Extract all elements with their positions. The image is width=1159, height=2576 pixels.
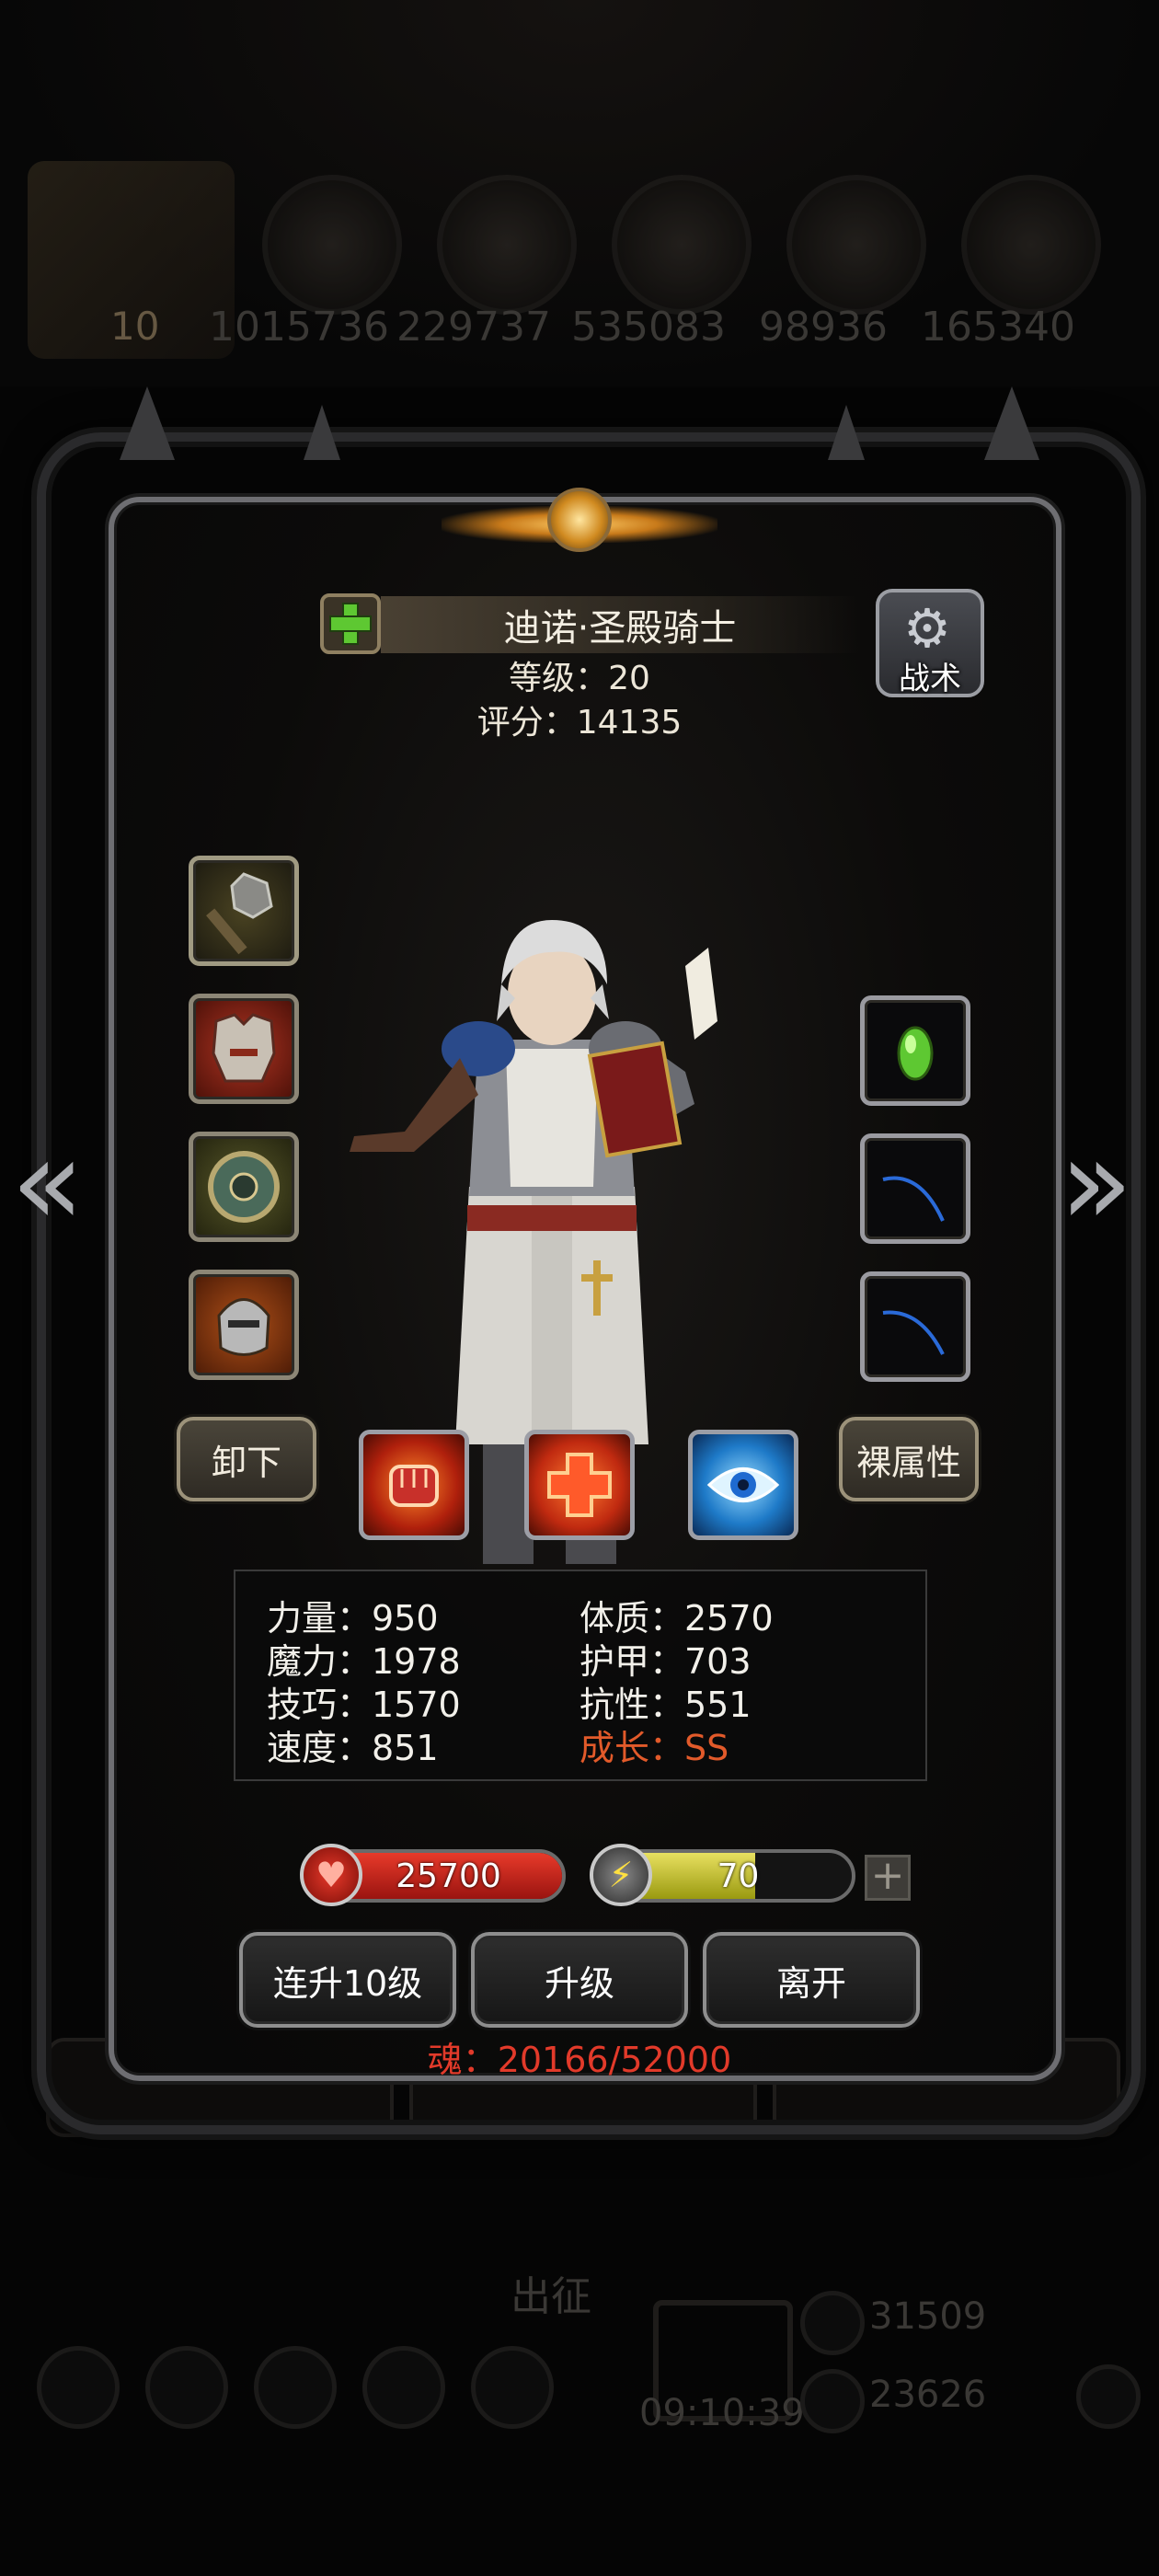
resource-5-icon <box>961 175 1101 315</box>
frame-spike <box>304 405 340 460</box>
empty-ring-icon <box>882 1310 945 1355</box>
bg-menu-5-icon <box>471 2346 554 2429</box>
level-up-button[interactable]: 升级 <box>471 1932 688 2028</box>
lightning-icon: ⚡ <box>590 1844 652 1906</box>
add-energy-button[interactable]: + <box>865 1855 911 1901</box>
weapon-slot[interactable] <box>189 856 299 966</box>
tactics-button[interactable]: ⚙ 战术 <box>876 589 984 697</box>
armor-slot[interactable] <box>189 994 299 1104</box>
accessory-slot-1[interactable] <box>860 995 970 1106</box>
resource-2-value: 229737 <box>396 304 551 351</box>
bare-attributes-button[interactable]: 裸属性 <box>839 1417 979 1501</box>
gem-amount: 23626 <box>869 2374 987 2416</box>
eye-icon <box>706 1467 780 1502</box>
timer-text: 09:10:39 <box>639 2392 805 2434</box>
empty-ring-icon <box>882 1176 945 1222</box>
plus-icon-bar <box>329 615 372 632</box>
stats-panel: 力量：950 魔力：1978 技巧：1570 速度：851 体质：2570 护甲… <box>234 1570 927 1781</box>
frame-spike <box>984 386 1039 460</box>
stat-speed: 速度：851 <box>267 1728 439 1768</box>
previous-hero-arrow-icon[interactable]: « <box>11 1122 85 1242</box>
fist-icon <box>389 1465 439 1507</box>
tactics-label: 战术 <box>899 661 961 697</box>
gold-coin-icon <box>800 2291 865 2355</box>
skill-2-slot[interactable] <box>524 1430 635 1540</box>
skill-1-slot[interactable] <box>359 1430 469 1540</box>
accessory-slot-3[interactable] <box>860 1271 970 1382</box>
frame-spike <box>120 386 175 460</box>
hero-level: 等级：20 <box>509 660 650 697</box>
crest-emblem <box>442 478 717 570</box>
frame-spike <box>828 405 865 460</box>
armor-icon <box>212 1013 276 1083</box>
helmet-icon <box>217 1298 270 1356</box>
resource-3-icon <box>612 175 752 315</box>
heal-cross-icon <box>547 1453 612 1517</box>
bg-menu-2-icon <box>145 2346 228 2429</box>
crest-gem-icon <box>547 488 612 552</box>
bg-menu-3-icon <box>254 2346 337 2429</box>
resource-2-icon <box>437 175 577 315</box>
soul-progress-text: 魂：20166/52000 <box>427 2040 732 2080</box>
gem-icon <box>800 2369 865 2433</box>
hero-name: 迪诺·圣殿骑士 <box>503 607 737 650</box>
accessory-slot-2[interactable] <box>860 1133 970 1244</box>
level-up-10-button[interactable]: 连升10级 <box>239 1932 456 2028</box>
resource-3-value: 535083 <box>571 304 726 351</box>
unequip-button[interactable]: 卸下 <box>177 1417 316 1501</box>
hero-name-bar: 迪诺·圣殿骑士 <box>381 596 859 653</box>
gold-amount: 31509 <box>869 2295 987 2338</box>
resource-5-value: 165340 <box>921 304 1075 351</box>
green-gem-icon <box>897 1026 934 1081</box>
resource-4-value: 98936 <box>759 304 888 351</box>
player-level: 10 <box>110 304 160 349</box>
gear-icon: ⚙ <box>903 597 951 660</box>
leave-button[interactable]: 离开 <box>703 1932 920 2028</box>
mace-icon <box>206 872 273 955</box>
bg-menu-4-icon <box>362 2346 445 2429</box>
resource-1-icon <box>262 175 402 315</box>
hero-score: 评分：14135 <box>476 704 683 742</box>
shield-slot[interactable] <box>189 1132 299 1242</box>
heart-icon: ♥ <box>300 1844 362 1906</box>
resource-1-value: 1015736 <box>209 304 389 351</box>
skill-3-slot[interactable] <box>688 1430 798 1540</box>
bg-menu-1-icon <box>37 2346 120 2429</box>
add-button[interactable] <box>320 593 381 654</box>
next-hero-arrow-icon[interactable]: » <box>1060 1122 1133 1242</box>
stat-growth: 成长：SS <box>580 1728 729 1768</box>
expedition-label: 出征 <box>511 2273 591 2320</box>
bg-side-icon <box>1076 2364 1141 2429</box>
helmet-slot[interactable] <box>189 1270 299 1380</box>
shield-icon <box>208 1151 280 1223</box>
resource-4-icon <box>786 175 926 315</box>
